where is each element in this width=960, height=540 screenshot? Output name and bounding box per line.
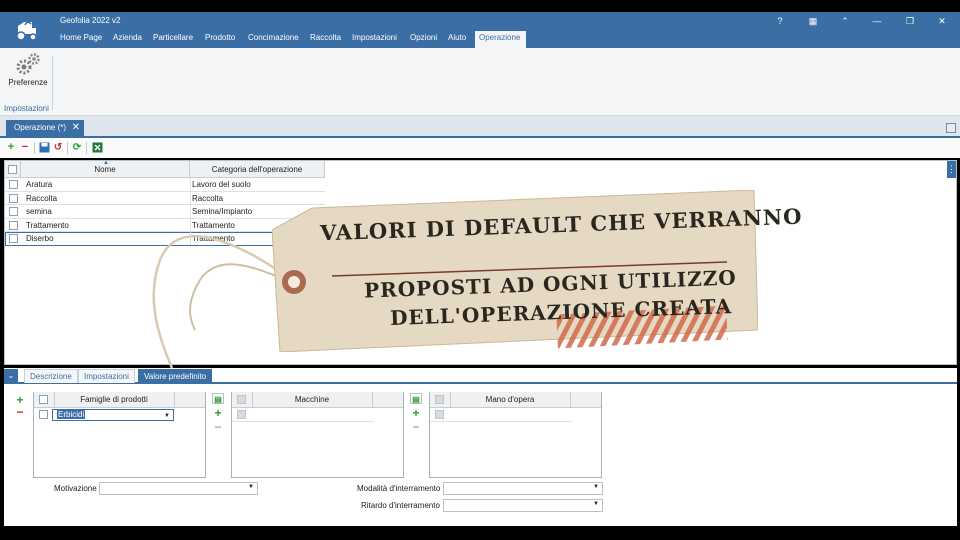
menu-azienda[interactable]: Azienda — [109, 31, 146, 48]
menu-operazione[interactable]: Operazione — [475, 31, 526, 48]
tab-descrizione[interactable]: Descrizione — [24, 369, 78, 383]
row-checkbox[interactable] — [9, 180, 18, 189]
ribbon — [0, 48, 960, 116]
ritardo-select[interactable]: ▼ — [443, 499, 603, 512]
minimize-icon[interactable]: — — [870, 16, 884, 26]
chevron-down-icon: ▼ — [593, 501, 599, 507]
labor-header: Mano d'opera — [430, 392, 601, 408]
motivazione-select[interactable]: ▼ — [99, 482, 258, 495]
excel-export-icon[interactable] — [91, 142, 103, 154]
chevron-down-icon: ▼ — [248, 484, 254, 490]
remove-icon[interactable]: − — [19, 142, 31, 154]
cell-nome: semina — [26, 207, 52, 216]
preferences-button[interactable]: Preferenze — [6, 52, 50, 92]
collapse-panel-icon[interactable]: ⌄ — [4, 369, 18, 383]
close-icon[interactable]: ✕ — [935, 16, 949, 27]
tab-impostazioni[interactable]: Impostazioni — [78, 369, 135, 383]
preferences-label: Preferenze — [8, 78, 48, 87]
add-icon[interactable]: + — [5, 142, 17, 154]
menu-opzioni[interactable]: Opzioni — [406, 31, 441, 48]
families-header-label: Famiglie di prodotti — [80, 395, 148, 404]
menu-impostazioni[interactable]: Impostazioni — [348, 31, 401, 48]
ribbon-group-label: Impostazioni — [4, 104, 49, 113]
family-select[interactable]: Erbicidi ▼ — [52, 409, 174, 421]
tab-valore-predefinito[interactable]: Valore predefinito — [138, 369, 213, 383]
machines-table-icon[interactable]: ▤ — [212, 393, 224, 404]
save-icon[interactable] — [38, 142, 50, 154]
restore-ribbon-icon[interactable]: ⌃ — [838, 16, 852, 27]
cell-categoria: Lavoro del suolo — [192, 180, 251, 189]
annotation-tag: VALORI DI DEFAULT CHE VERRANNO PROPOSTI … — [272, 190, 803, 352]
grid-toolbar — [0, 138, 960, 158]
chevron-down-icon: ▼ — [593, 484, 599, 490]
row-checkbox[interactable] — [9, 234, 18, 243]
row-checkbox[interactable] — [9, 193, 18, 203]
labor-header-label: Mano d'opera — [485, 395, 535, 404]
ribbon-separator — [52, 56, 53, 110]
cell-categoria: Semina/Impianto — [192, 207, 253, 216]
document-tab-label: Operazione (*) — [14, 123, 67, 132]
help-icon[interactable]: ? — [773, 16, 787, 26]
family-row-checkbox[interactable] — [39, 410, 48, 419]
machines-header-label: Macchine — [294, 395, 330, 404]
close-tab-icon[interactable]: ✕ — [72, 120, 80, 136]
remove-labor-button[interactable]: − — [410, 421, 422, 433]
row-checkbox[interactable] — [9, 220, 18, 230]
select-all-checkbox[interactable] — [5, 161, 21, 178]
menu-raccolta[interactable]: Raccolta — [306, 31, 345, 48]
cell-nome: Diserbo — [26, 234, 54, 243]
calculator-icon[interactable]: ▦ — [806, 16, 820, 27]
toolbar-separator — [34, 142, 35, 154]
menu-aiuto[interactable]: Aiuto — [444, 31, 470, 48]
ritardo-label: Ritardo d'interramento — [361, 501, 440, 510]
machines-header: Macchine — [232, 392, 403, 408]
cell-nome: Raccolta — [26, 193, 58, 203]
maximize-icon[interactable]: ❐ — [903, 16, 917, 27]
undo-icon[interactable]: ↺ — [52, 142, 64, 154]
motivazione-label: Motivazione — [54, 484, 97, 493]
machines-new-row[interactable] — [232, 408, 374, 422]
toolbar-separator — [67, 142, 68, 154]
gears-icon — [16, 53, 40, 75]
row-checkbox[interactable] — [9, 207, 18, 216]
add-machine-button[interactable]: + — [212, 407, 224, 419]
remove-family-button[interactable]: − — [14, 406, 26, 418]
menu-particellare[interactable]: Particellare — [149, 31, 197, 48]
chevron-down-icon: ▼ — [164, 413, 170, 419]
modalita-label: Modalità d'interramento — [357, 484, 441, 493]
add-labor-button[interactable]: + — [410, 407, 422, 419]
menu-home[interactable]: Home Page — [56, 31, 106, 48]
menu-concimazione[interactable]: Concimazione — [244, 31, 303, 48]
app-logo — [12, 16, 40, 44]
grid-column-menu-icon[interactable]: ⋮ — [947, 161, 956, 178]
labor-new-row[interactable] — [430, 408, 572, 422]
cell-nome: Trattamento — [26, 220, 69, 230]
cell-categoria: Raccolta — [192, 193, 224, 203]
family-select-value: Erbicidi — [57, 410, 86, 419]
families-header: Famiglie di prodotti — [34, 392, 205, 408]
modalita-select[interactable]: ▼ — [443, 482, 603, 495]
toolbar-separator — [86, 142, 87, 154]
document-tab[interactable]: Operazione (*) ✕ — [6, 120, 84, 137]
remove-machine-button[interactable]: − — [212, 421, 224, 433]
panel-options-icon[interactable] — [946, 123, 956, 133]
sort-ascending-icon: ▲ — [103, 160, 109, 166]
column-categoria[interactable]: Categoria dell'operazione — [190, 161, 325, 178]
app-title: Geofolia 2022 v2 — [60, 16, 121, 25]
labor-table-icon[interactable]: ▤ — [410, 393, 422, 404]
refresh-icon[interactable]: ⟳ — [71, 142, 83, 154]
document-tabs-bar — [0, 116, 960, 138]
menu-prodotto[interactable]: Prodotto — [201, 31, 239, 48]
cell-nome: Aratura — [26, 180, 53, 189]
